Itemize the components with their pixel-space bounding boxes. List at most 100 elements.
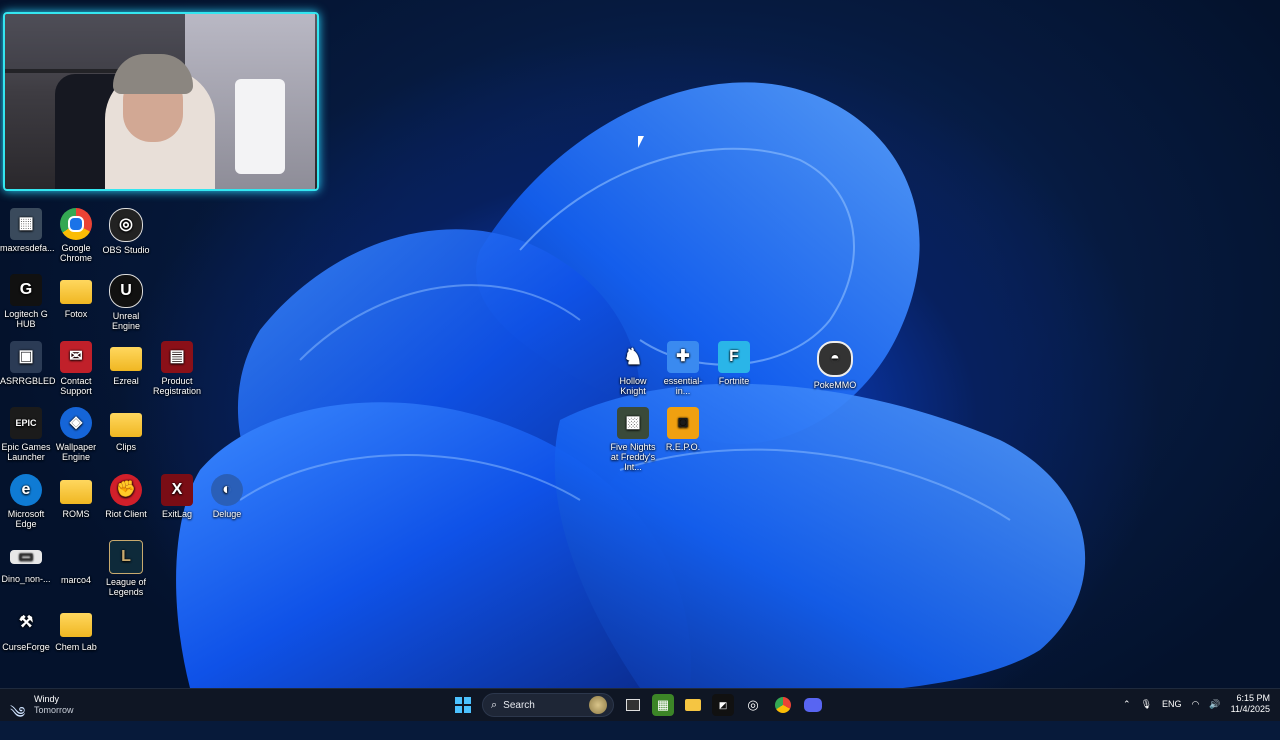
desktop-icon-product-registration[interactable]: ▤ Product Registration xyxy=(151,341,203,396)
image-file-icon: ▦ xyxy=(10,208,42,240)
desktop-icon-label: League of Legends xyxy=(105,577,147,597)
desktop-icon-label: Dino_non-... xyxy=(1,574,51,584)
desktop-icon-maxresdefault[interactable]: ▦ maxresdefa... xyxy=(0,208,55,253)
chevron-up-icon[interactable]: ⌃ xyxy=(1123,699,1131,710)
desktop-icon-label: Five Nights at Freddy's Int... xyxy=(610,442,656,472)
desktop-icon-hollow-knight[interactable]: ♞ Hollow Knight xyxy=(607,341,659,397)
desktop-icon-label: Fotox xyxy=(64,309,88,319)
desktop-icon-label: Epic Games Launcher xyxy=(1,442,51,462)
chrome-taskbar-button[interactable] xyxy=(772,694,794,716)
mouse-cursor-icon xyxy=(638,136,644,148)
desktop-icon-label: Chem Lab xyxy=(55,642,97,652)
desktop-icon-fortnite[interactable]: F Fortnite xyxy=(708,341,760,386)
desktop-icon-logitech-g-hub[interactable]: G Logitech G HUB xyxy=(0,274,52,329)
desktop-icon-epic-games[interactable]: EPIC Epic Games Launcher xyxy=(0,407,52,462)
desktop-icon-essential-in[interactable]: ✚ essential-in... xyxy=(657,341,709,396)
task-view-button[interactable] xyxy=(622,694,644,716)
desktop: ▦ maxresdefa... G Logitech G HUB ▣ ASRRG… xyxy=(0,0,1280,688)
essential-icon: ✚ xyxy=(667,341,699,373)
desktop-icon-label: Clips xyxy=(115,442,136,452)
search-label: Search xyxy=(503,699,535,711)
folder-icon xyxy=(60,613,92,637)
desktop-icon-marco4[interactable]: marco4 xyxy=(50,540,102,585)
desktop-icon-five-nights[interactable]: ▩ Five Nights at Freddy's Int... xyxy=(607,407,659,472)
desktop-icon-fotox[interactable]: Fotox xyxy=(50,274,102,319)
unreal-icon: U xyxy=(109,274,143,308)
weather-widget[interactable]: ༄ Windy Tomorrow xyxy=(10,694,74,722)
webcam-overlay xyxy=(3,12,319,191)
chrome-taskbar-icon xyxy=(775,697,791,713)
wifi-icon[interactable]: ◠ xyxy=(1192,699,1200,710)
hollow-knight-icon: ♞ xyxy=(623,344,643,369)
desktop-icon-label: ROMS xyxy=(62,509,90,519)
desktop-icon-label: Logitech G HUB xyxy=(4,309,48,329)
desktop-icon-asrrgbled[interactable]: ▣ ASRRGBLED xyxy=(0,341,56,386)
logitech-icon: G xyxy=(10,274,42,306)
desktop-icon-label: Hollow Knight xyxy=(619,376,647,396)
desktop-icon-label: ASRRGBLED xyxy=(0,376,56,386)
fortnite-icon: F xyxy=(718,341,750,373)
folder-icon xyxy=(110,347,142,371)
taskbar-search[interactable]: ⌕ Search xyxy=(482,693,614,717)
desktop-icon-label: ExitLag xyxy=(161,509,193,519)
desktop-icon-exitlag[interactable]: X ExitLag xyxy=(151,474,203,519)
desktop-icon-ezreal[interactable]: Ezreal xyxy=(100,341,152,386)
microphone-icon[interactable]: 🎙 xyxy=(1141,699,1152,710)
desktop-icon-chem-lab[interactable]: Chem Lab xyxy=(50,607,102,652)
desktop-icon-pokemmo[interactable]: ◓ PokeMMO xyxy=(809,341,861,390)
desktop-icon-unreal-engine[interactable]: U Unreal Engine xyxy=(100,274,152,331)
desktop-icon-curseforge[interactable]: ⚒ CurseForge xyxy=(0,607,52,653)
wind-icon: ༄ xyxy=(10,705,26,722)
desktop-icon-wallpaper-engine[interactable]: ◈ Wallpaper Engine xyxy=(50,407,102,462)
language-indicator[interactable]: ENG xyxy=(1162,699,1182,709)
contact-support-icon: ✉ xyxy=(60,341,92,373)
desktop-icon-label: Riot Client xyxy=(105,509,147,519)
desktop-icon-riot-client[interactable]: ✊ Riot Client xyxy=(100,474,152,519)
taskbar: ༄ Windy Tomorrow ⌕ Search ▦ ◩ ◎ ⌃ 🎙 ENG … xyxy=(0,688,1280,722)
desktop-icon-label: R.E.P.O. xyxy=(665,442,701,452)
desktop-icon-label: Google Chrome xyxy=(59,243,92,263)
desktop-icon-clips[interactable]: Clips xyxy=(100,407,152,452)
desktop-icon-deluge[interactable]: ◐ Deluge xyxy=(201,474,253,519)
desktop-icon-label: maxresdefa... xyxy=(0,243,55,253)
desktop-icon-label: Deluge xyxy=(212,509,242,519)
desktop-icon-dino[interactable]: ▭ Dino_non-... xyxy=(0,540,52,585)
start-button[interactable] xyxy=(452,694,474,716)
minecraft-icon: ▦ xyxy=(656,697,670,712)
desktop-icon-obs-studio[interactable]: ◎ OBS Studio xyxy=(100,208,152,255)
windows-logo-icon xyxy=(455,697,471,713)
dino-file-icon: ▭ xyxy=(10,549,42,565)
desktop-icon-label: Unreal Engine xyxy=(111,311,141,331)
desktop-icon-label: marco4 xyxy=(60,575,91,585)
desktop-icon-league-of-legends[interactable]: L League of Legends xyxy=(100,540,152,597)
file-explorer-button[interactable] xyxy=(682,694,704,716)
desktop-icon-contact-support[interactable]: ✉ Contact Support xyxy=(50,341,102,396)
asrock-icon: ▣ xyxy=(10,341,42,373)
desktop-icon-label: Fortnite xyxy=(718,376,750,386)
obs-taskbar-button[interactable]: ◎ xyxy=(742,694,764,716)
desktop-icon-roms[interactable]: ROMS xyxy=(50,474,102,519)
system-tray: ⌃ 🎙 ENG ◠ 🔊 6:15 PM 11/4/2025 xyxy=(1123,693,1270,715)
riot-icon: ✊ xyxy=(110,474,142,506)
desktop-icon-label: Product Registration xyxy=(152,376,202,396)
product-registration-icon: ▤ xyxy=(161,341,193,373)
clock-date: 11/4/2025 xyxy=(1230,704,1270,714)
curseforge-icon: ⚒ xyxy=(18,614,34,631)
folder-icon xyxy=(110,413,142,437)
epic-games-taskbar-button[interactable]: ◩ xyxy=(712,694,734,716)
clock[interactable]: 6:15 PM 11/4/2025 xyxy=(1231,693,1270,715)
epic-games-icon: EPIC xyxy=(10,407,42,439)
volume-icon[interactable]: 🔊 xyxy=(1209,699,1220,710)
folder-icon xyxy=(685,699,701,711)
webcam-console xyxy=(235,79,285,174)
desktop-icon-label: essential-in... xyxy=(663,376,703,396)
minecraft-taskbar-button[interactable]: ▦ xyxy=(652,694,674,716)
league-icon: L xyxy=(109,540,143,574)
desktop-icon-google-chrome[interactable]: Google Chrome xyxy=(50,208,102,263)
discord-taskbar-button[interactable] xyxy=(802,694,824,716)
desktop-icon-label: Wallpaper Engine xyxy=(55,442,97,462)
weather-subtitle: Tomorrow xyxy=(34,705,74,715)
desktop-icon-label: Contact Support xyxy=(60,376,92,396)
desktop-icon-repo[interactable]: ◙ R.E.P.O. xyxy=(657,407,709,452)
desktop-icon-microsoft-edge[interactable]: e Microsoft Edge xyxy=(0,474,52,529)
